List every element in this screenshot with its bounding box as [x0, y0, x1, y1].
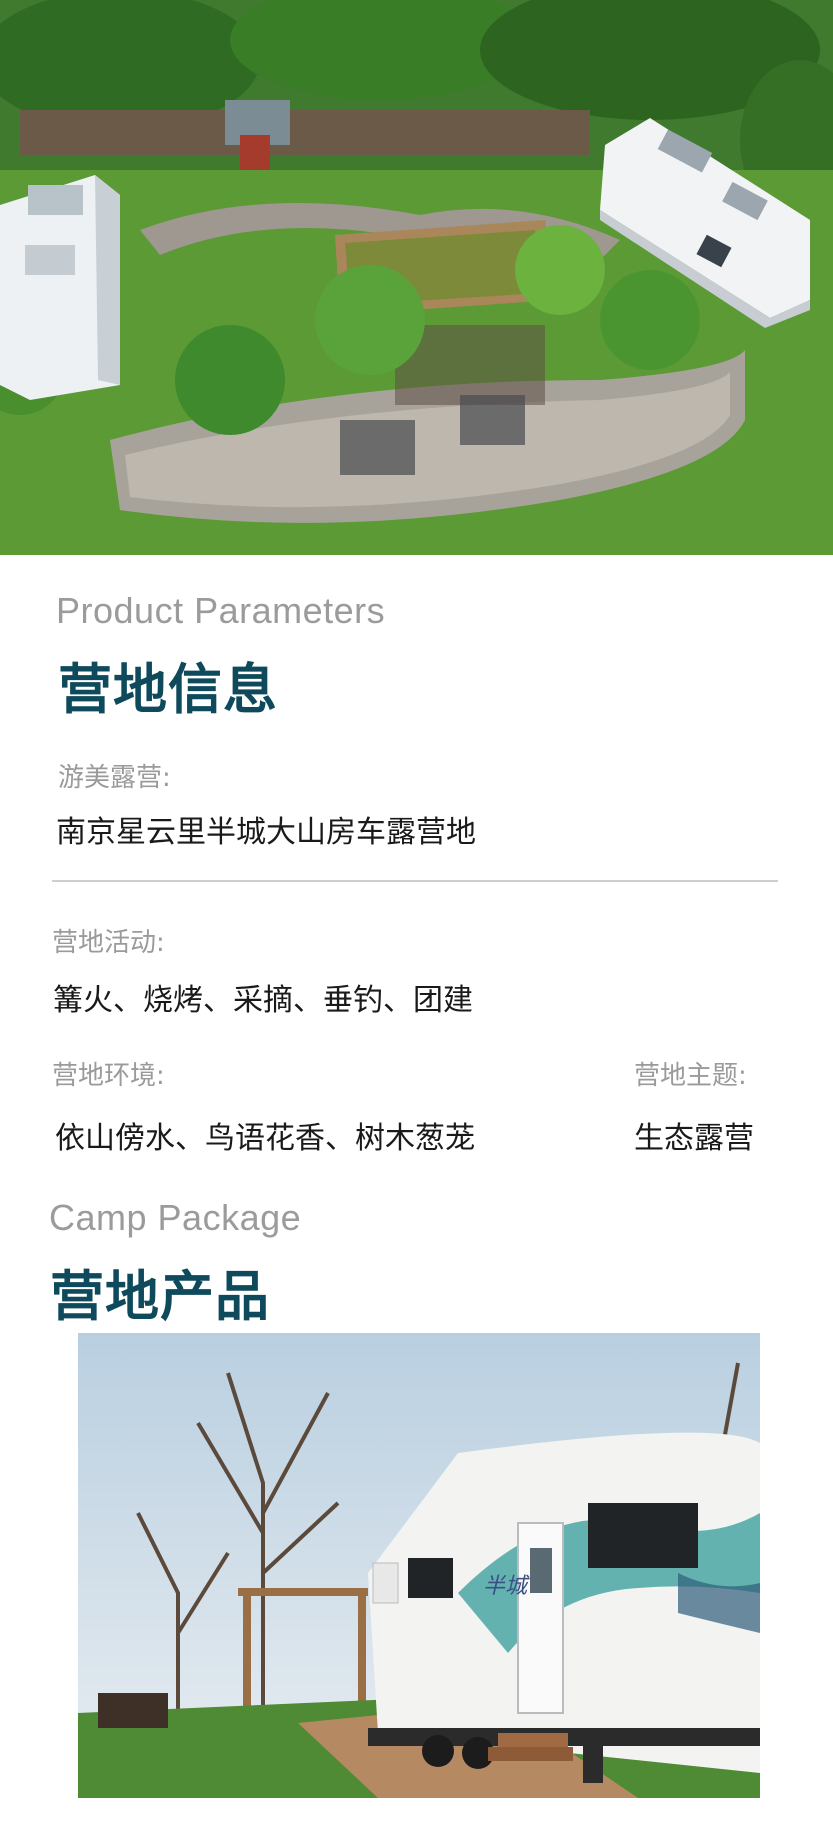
theme-label: 营地主题: [634, 1061, 747, 1091]
section1-chinese-title: 营地信息 [58, 658, 278, 721]
environment-value: 依山傍水、鸟语花香、树木葱茏 [55, 1121, 475, 1156]
activities-label: 营地活动: [52, 928, 165, 958]
section2-chinese-title: 营地产品 [50, 1265, 270, 1328]
activities-value: 篝火、烧烤、采摘、垂钓、团建 [53, 983, 473, 1018]
theme-value: 生态露营 [634, 1121, 754, 1156]
section2-english-title: Camp Package [49, 1197, 302, 1238]
camp-name-label: 游美露营: [58, 763, 171, 793]
rv-decal-text: 半城 [483, 1574, 530, 1599]
hero-campsite-photo [0, 0, 833, 555]
environment-label: 营地环境: [52, 1061, 165, 1091]
rv-campsite-photo: 半城 [78, 1333, 760, 1798]
camp-name-value: 南京星云里半城大山房车露营地 [56, 815, 476, 850]
section1-english-title: Product Parameters [56, 590, 386, 631]
section-divider [52, 880, 778, 882]
